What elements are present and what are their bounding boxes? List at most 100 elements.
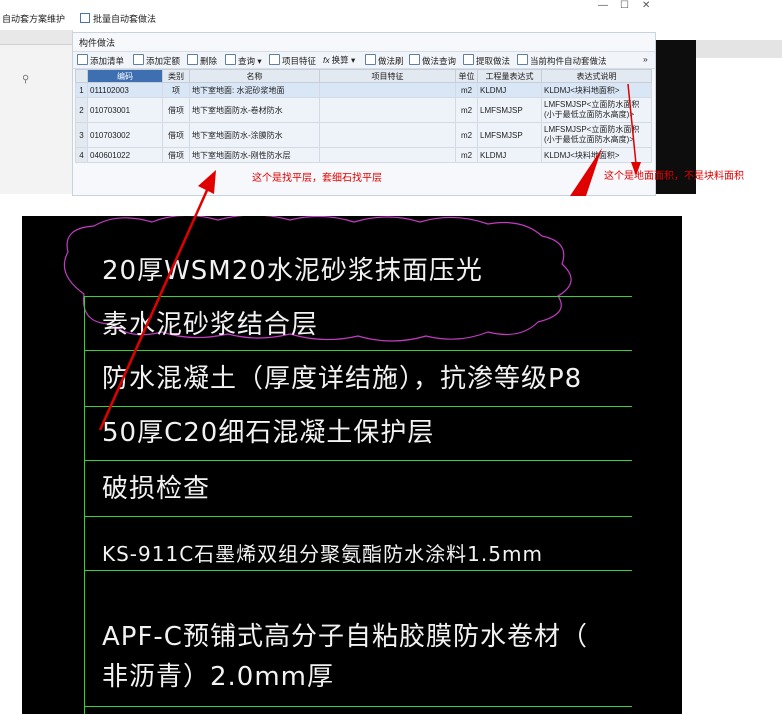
feature-cell[interactable] [319,97,456,123]
expression-cell[interactable]: LMFSMJSP [477,122,542,148]
method-query-label: 做法查询 [422,56,457,66]
add-quota-icon [133,54,144,65]
type-cell[interactable]: 项 [162,82,190,98]
column-header-expression[interactable]: 工程量表达式 [477,69,542,83]
expression-cell[interactable]: KLDMJ [477,82,542,98]
unit-cell[interactable]: m2 [455,122,478,148]
cad-layer-text: 非沥青）2.0mm厚 [102,662,335,692]
cad-layer-text: 素水泥砂浆结合层 [102,310,319,340]
unit-cell[interactable]: m2 [455,97,478,123]
search-icon[interactable]: ⚲ [22,74,29,85]
cad-layer-text: 50厚C20细石混凝土保护层 [102,418,435,448]
cad-layer-line [84,516,632,517]
extract-icon [463,54,474,65]
code-cell[interactable]: 040601022 [87,147,163,163]
query-button[interactable]: 查询 ▾ [225,54,262,67]
expression-desc-cell[interactable]: LMFSMJSP<立面防水面积(小于最低立面防水高度)> [541,122,652,148]
row-number: 3 [75,122,88,148]
add-quota-label: 添加定额 [146,56,181,66]
auto-scheme-maintain-button[interactable]: 自动套方案维护 [2,12,65,25]
extract-method-button[interactable]: 提取做法 [463,54,510,67]
feature-cell[interactable] [319,147,456,163]
method-brush-button[interactable]: 做法刷 [365,54,404,67]
delete-label: 删除 [200,56,218,66]
cad-layer-text: KS-911C石墨烯双组分聚氨酯防水涂料1.5mm [102,542,543,566]
batch-icon [80,13,90,23]
auto-apply-current-label: 当前构件自动套做法 [530,56,607,66]
expression-cell[interactable]: LMFSMJSP [477,97,542,123]
column-header-expression-desc[interactable]: 表达式说明 [541,69,652,83]
table-row[interactable]: 3 010703002 借项 地下室地面防水-涂膜防水 m2 LMFSMJSP … [75,122,652,148]
expression-desc-cell[interactable]: LMFSMJSP<立面防水面积(小于最低立面防水高度)> [541,97,652,123]
left-side-panel: ⚲ [0,30,73,194]
expression-desc-cell[interactable]: KLDMJ<块料地面积> [541,82,652,98]
trash-icon [187,54,198,65]
expression-desc-cell[interactable]: KLDMJ<块料地面积> [541,147,652,163]
cad-layer-line [84,570,632,571]
add-bill-button[interactable]: 添加清单 [77,54,124,67]
item-feature-label: 项目特征 [282,56,317,66]
name-cell[interactable]: 地下室地面防水-涂膜防水 [189,122,320,148]
unit-cell[interactable]: m2 [455,147,478,163]
annotation-leveling-layer: 这个是找平层，套细石找平层 [252,173,382,184]
table-row[interactable]: 1 011102003 项 地下室地面: 水泥砂浆地面 m2 KLDMJ KLD… [75,82,652,98]
add-quota-button[interactable]: 添加定额 [133,54,180,67]
row-number: 2 [75,97,88,123]
column-header-feature[interactable]: 项目特征 [319,69,456,83]
table-row[interactable]: 2 010703001 借项 地下室地面防水-卷材防水 m2 LMFSMJSP … [75,97,652,123]
row-number-header [75,69,88,83]
row-number: 4 [75,147,88,163]
method-brush-label: 做法刷 [378,56,404,66]
cad-layer-line [84,296,632,297]
brush-icon [365,54,376,65]
item-feature-icon [269,54,280,65]
toolbar-overflow-icon[interactable]: » [643,54,648,64]
method-toolbar: 添加清单 添加定额 删除 查询 ▾ 项目特征 fx 换算 ▾ 做法刷 做法查询 提… [73,51,655,69]
cad-layer-text: 20厚WSM20水泥砂浆抹面压光 [102,256,483,286]
method-query-button[interactable]: 做法查询 [409,54,456,67]
code-cell[interactable]: 011102003 [87,82,163,98]
name-cell[interactable]: 地下室地面防水-刚性防水层 [189,147,320,163]
background-window-bar [696,40,782,58]
conversion-button[interactable]: fx 换算 ▾ [323,54,355,66]
code-cell[interactable]: 010703001 [87,97,163,123]
table-row[interactable]: 4 040601022 借项 地下室地面防水-刚性防水层 m2 KLDMJ KL… [75,147,652,163]
close-button[interactable]: ✕ [642,0,650,11]
cad-layer-text: 破损检查 [102,474,211,504]
code-cell[interactable]: 010703002 [87,122,163,148]
unit-cell[interactable]: m2 [455,82,478,98]
column-header-name[interactable]: 名称 [189,69,320,83]
type-cell[interactable]: 借项 [162,97,190,123]
minimize-button[interactable]: — [598,0,608,11]
cad-layer-line [84,460,632,461]
query-icon [225,54,236,65]
extract-method-label: 提取做法 [476,56,511,66]
feature-cell[interactable] [319,82,456,98]
cad-drawing: 20厚WSM20水泥砂浆抹面压光 素水泥砂浆结合层 防水混凝土（厚度详结施），抗… [22,216,682,714]
method-table: 编码 类别 名称 项目特征 单位 工程量表达式 表达式说明 1 01110200… [75,69,652,163]
expression-cell[interactable]: KLDMJ [477,147,542,163]
item-feature-button[interactable]: 项目特征 [269,54,316,67]
type-cell[interactable]: 借项 [162,122,190,148]
annotation-floor-area: 这个是地面面积，不是块料面积 [604,171,744,182]
cad-layer-line [84,406,632,407]
cad-layer-line [84,350,632,351]
batch-auto-apply-button[interactable]: 批量自动套做法 [80,12,156,25]
batch-auto-apply-label: 批量自动套做法 [93,14,157,24]
name-cell[interactable]: 地下室地面防水-卷材防水 [189,97,320,123]
left-panel-header [0,30,72,45]
delete-button[interactable]: 删除 [187,54,217,67]
maximize-button[interactable]: ☐ [620,0,629,11]
column-header-code[interactable]: 编码 [87,69,163,83]
app-topbar: 自动套方案维护 批量自动套做法 — ☐ ✕ [0,0,660,30]
cad-leader-line [84,296,85,714]
column-header-type[interactable]: 类别 [162,69,190,83]
column-header-unit[interactable]: 单位 [455,69,478,83]
type-cell[interactable]: 借项 [162,147,190,163]
cad-layer-line [84,706,632,707]
name-cell[interactable]: 地下室地面: 水泥砂浆地面 [189,82,320,98]
query-label: 查询 [238,56,256,66]
feature-cell[interactable] [319,122,456,148]
method-query-icon [409,54,420,65]
auto-apply-current-button[interactable]: 当前构件自动套做法 [517,54,607,67]
